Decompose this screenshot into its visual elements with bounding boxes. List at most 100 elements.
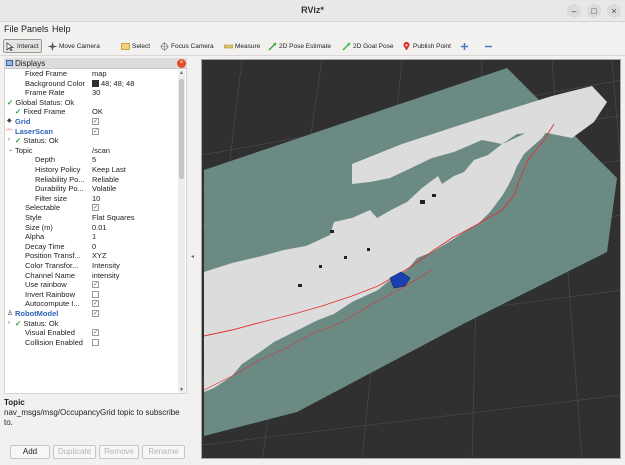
duplicate-button[interactable]: Duplicate <box>53 445 96 459</box>
row-value[interactable]: Flat Squares <box>92 213 135 223</box>
expand-arrow-icon[interactable]: › <box>8 136 10 146</box>
displays-scrollbar[interactable]: ▲ ▼ <box>178 70 185 393</box>
displays-tree[interactable]: Fixed Frame map Background Color 48; 48;… <box>4 69 187 394</box>
close-button[interactable]: × <box>607 4 621 18</box>
row-key: Topic <box>15 145 33 155</box>
tree-row[interactable]: History Policy Keep Last <box>5 165 180 175</box>
3d-render-view[interactable] <box>201 59 621 459</box>
tree-row[interactable]: › ✓ Status: Ok <box>5 319 180 329</box>
panel-splitter[interactable]: ◂ <box>188 58 200 458</box>
invert-rainbow-checkbox[interactable] <box>92 290 99 298</box>
row-value[interactable]: intensity <box>92 271 120 281</box>
tree-row[interactable]: Background Color 48; 48; 48 <box>5 79 180 89</box>
property-description: Topic nav_msgs/msg/OccupancyGrid topic t… <box>4 397 187 439</box>
row-value[interactable]: Intensity <box>92 261 120 271</box>
collapse-left-icon[interactable]: ◂ <box>191 253 194 260</box>
tree-row[interactable]: ✓ Global Status: Ok <box>5 98 180 108</box>
row-value[interactable]: 10 <box>92 194 100 204</box>
move-camera-tool-button[interactable]: Move Camera <box>48 39 100 53</box>
row-value[interactable]: 5 <box>92 155 96 165</box>
laserscan-status-label: Status: Ok <box>23 136 59 146</box>
autocompute-intensity-checkbox[interactable]: ✓ <box>92 300 99 308</box>
select-tool-button[interactable]: Select <box>121 39 150 53</box>
tree-row-grid[interactable]: ◆ Grid ✓ <box>5 117 180 127</box>
tree-row[interactable]: Fixed Frame map <box>5 69 180 79</box>
row-key: Size (m) <box>25 222 53 232</box>
3d-scene[interactable] <box>202 60 621 459</box>
remove-button[interactable]: Remove <box>99 445 139 459</box>
minimize-button[interactable]: – <box>567 4 581 18</box>
tree-row[interactable]: Size (m) 0.01 <box>5 223 180 233</box>
measure-label: Measure <box>235 42 261 50</box>
tree-row-robotmodel[interactable]: ♙ RobotModel ✓ <box>5 309 180 319</box>
tree-row-laserscan[interactable]: 〰 LaserScan ✓ <box>5 127 180 137</box>
tree-row[interactable]: ⌄ Topic /scan <box>5 146 180 156</box>
scroll-down-icon[interactable]: ▼ <box>179 387 184 393</box>
publish-point-tool-button[interactable]: Publish Point <box>402 39 451 53</box>
menu-help[interactable]: Help <box>52 24 71 34</box>
tree-row[interactable]: ✓ Fixed Frame OK <box>5 107 180 117</box>
2d-pose-estimate-tool-button[interactable]: 2D Pose Estimate <box>268 39 331 53</box>
tree-row[interactable]: Alpha 1 <box>5 232 180 242</box>
add-tool-button[interactable] <box>460 39 471 53</box>
row-value[interactable]: 0.01 <box>92 223 107 233</box>
row-key: ✓ Fixed Frame <box>15 107 65 117</box>
tree-row[interactable]: Use rainbow ✓ <box>5 280 180 290</box>
row-value[interactable]: /scan <box>92 146 110 156</box>
row-key: Color Transfor... <box>25 261 79 270</box>
tree-row[interactable]: Durability Po... Volatile <box>5 184 180 194</box>
grid-enabled-checkbox[interactable]: ✓ <box>92 118 99 125</box>
row-key: Filter size <box>35 193 68 203</box>
maximize-button[interactable]: □ <box>587 4 601 18</box>
tree-row[interactable]: Channel Name intensity <box>5 271 180 281</box>
row-value[interactable]: 30 <box>92 88 100 98</box>
tree-row[interactable]: Position Transf... XYZ <box>5 251 180 261</box>
row-value[interactable]: Keep Last <box>92 165 126 175</box>
row-key: RobotModel <box>15 309 59 318</box>
laserscan-enabled-checkbox[interactable]: ✓ <box>92 127 99 135</box>
interact-tool-button[interactable]: Interact <box>3 39 42 53</box>
row-value[interactable]: 1 <box>92 232 96 242</box>
toolbar: Interact Move Camera Select Focus Camera… <box>0 36 625 56</box>
tree-row[interactable]: Invert Rainbow <box>5 290 180 300</box>
row-key: ✓ Status: Ok <box>15 136 58 146</box>
tree-row[interactable]: Reliability Po... Reliable <box>5 175 180 185</box>
robotmodel-enabled-checkbox[interactable]: ✓ <box>92 310 99 317</box>
tree-row[interactable]: Color Transfor... Intensity <box>5 261 180 271</box>
row-value[interactable]: Volatile <box>92 184 116 194</box>
collapse-arrow-icon[interactable]: ⌄ <box>8 146 13 156</box>
use-rainbow-checkbox[interactable]: ✓ <box>92 281 99 289</box>
tree-row[interactable]: Autocompute I... ✓ <box>5 299 180 309</box>
tree-row[interactable]: Frame Rate 30 <box>5 88 180 98</box>
selectable-checkbox[interactable]: ✓ <box>92 204 99 212</box>
focus-camera-tool-button[interactable]: Focus Camera <box>160 39 214 53</box>
tree-row[interactable]: Depth 5 <box>5 155 180 165</box>
row-value[interactable]: 48; 48; 48 <box>92 79 134 89</box>
scrollbar-thumb[interactable] <box>179 79 184 179</box>
collision-enabled-checkbox[interactable] <box>92 338 99 346</box>
tree-row[interactable]: Filter size 10 <box>5 194 180 204</box>
row-value[interactable]: 0 <box>92 242 96 252</box>
tree-row[interactable]: › ✓ Status: Ok <box>5 136 180 146</box>
2d-goal-pose-tool-button[interactable]: 2D Goal Pose <box>342 39 393 53</box>
expand-arrow-icon[interactable]: › <box>8 319 10 329</box>
add-button[interactable]: Add <box>10 445 50 459</box>
tree-row[interactable]: Collision Enabled <box>5 338 180 348</box>
close-panel-icon[interactable]: × <box>177 59 186 68</box>
tree-row[interactable]: Selectable ✓ <box>5 203 180 213</box>
tree-row[interactable]: Decay Time 0 <box>5 242 180 252</box>
color-swatch[interactable] <box>92 79 99 87</box>
remove-tool-button[interactable] <box>484 39 495 53</box>
menu-panels[interactable]: Panels <box>21 24 49 34</box>
scroll-up-icon[interactable]: ▲ <box>179 70 184 76</box>
row-value[interactable]: Reliable <box>92 175 119 185</box>
row-value[interactable]: XYZ <box>92 251 107 261</box>
menu-file[interactable]: File <box>4 24 19 34</box>
row-value[interactable]: map <box>92 69 107 79</box>
tree-row[interactable]: Style Flat Squares <box>5 213 180 223</box>
visual-enabled-checkbox[interactable]: ✓ <box>92 329 99 337</box>
row-key: Autocompute I... <box>25 299 80 309</box>
rename-button[interactable]: Rename <box>142 445 185 459</box>
tree-row[interactable]: Visual Enabled ✓ <box>5 328 180 338</box>
measure-tool-button[interactable]: Measure <box>223 39 261 53</box>
